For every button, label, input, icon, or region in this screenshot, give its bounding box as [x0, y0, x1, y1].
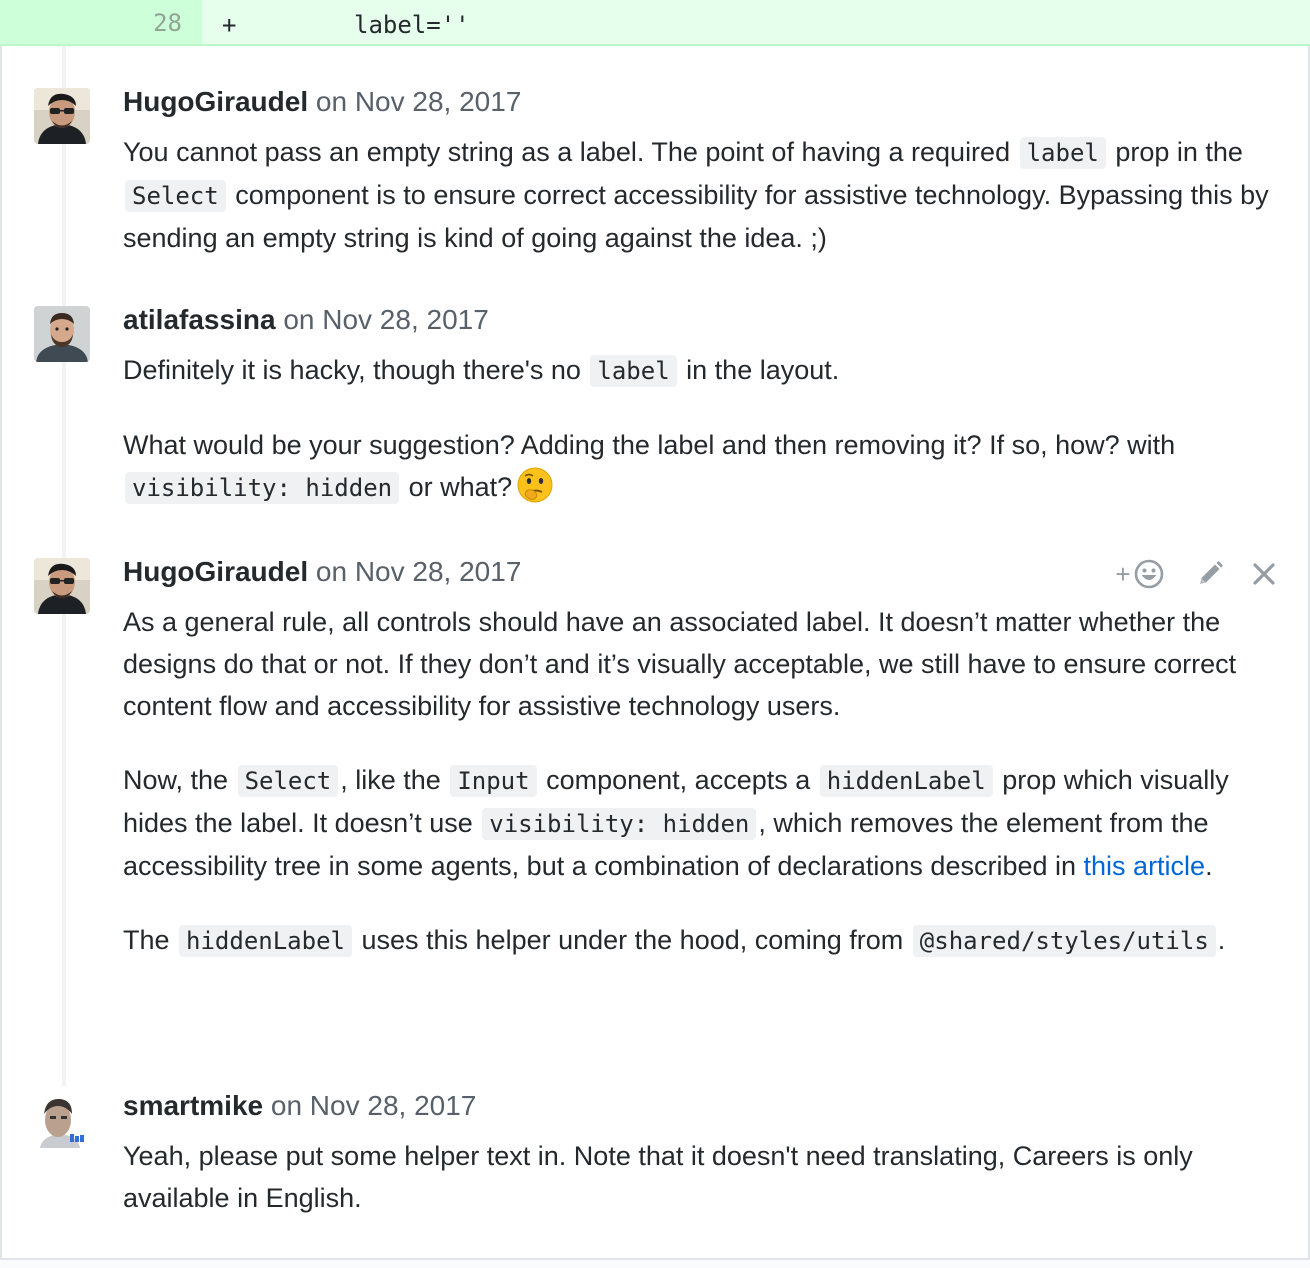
avatar-smartmike[interactable] — [34, 1092, 90, 1148]
comment-text: component is to ensure correct accessibi… — [123, 180, 1269, 253]
comment-paragraph: Now, the Select, like the Input componen… — [123, 759, 1273, 887]
delete-comment-button[interactable] — [1246, 556, 1282, 592]
inline-code: hiddenLabel — [179, 925, 352, 957]
comment-author[interactable]: HugoGiraudel — [123, 86, 308, 117]
inline-code: label — [1019, 137, 1106, 169]
add-reaction-button[interactable]: + — [1110, 556, 1170, 592]
comment-paragraph: Yeah, please put some helper text in. No… — [123, 1135, 1273, 1219]
comment-text: component, accepts a — [538, 765, 818, 795]
smiley-icon — [1134, 559, 1163, 589]
pencil-icon — [1200, 561, 1223, 584]
inline-code: @shared/styles/utils — [912, 925, 1216, 957]
comment-paragraph: Definitely it is hacky, though there's n… — [123, 349, 1273, 392]
comment-author[interactable]: atilafassina — [123, 304, 276, 335]
comment-author[interactable]: HugoGiraudel — [123, 556, 308, 587]
comment-text: Now, the — [123, 765, 236, 795]
add-reaction-plus: + — [1115, 558, 1131, 589]
comment-author[interactable]: smartmike — [123, 1090, 263, 1121]
edit-comment-button[interactable] — [1190, 556, 1230, 592]
comment-text: Definitely it is hacky, though there's n… — [123, 355, 589, 385]
inline-code: hiddenLabel — [819, 765, 993, 797]
comment-text: or what? — [401, 472, 513, 502]
comment-paragraph: As a general rule, all controls should h… — [123, 601, 1273, 727]
article-link[interactable]: this article — [1084, 851, 1206, 881]
diff-added-marker: + — [222, 11, 237, 39]
comment-text: The — [123, 925, 178, 955]
thinking-face-emoji — [516, 466, 554, 504]
inline-code: visibility: hidden — [482, 808, 757, 840]
comment-body: Yeah, please put some helper text in. No… — [123, 1135, 1273, 1219]
avatar-hugogiraudel[interactable] — [34, 88, 90, 144]
inline-code: Select — [125, 180, 226, 212]
inline-code: label — [590, 355, 677, 387]
diff-added-line: 28 + label='' — [0, 0, 1310, 46]
comment-body: As a general rule, all controls should h… — [123, 601, 1273, 962]
diff-line-number[interactable]: 28 — [0, 0, 202, 44]
comment-header: smartmike on Nov 28, 2017 — [123, 1090, 476, 1122]
comment-header: HugoGiraudel on Nov 28, 2017 — [123, 86, 521, 118]
comment-text: prop in the — [1107, 137, 1243, 167]
avatar-hugogiraudel[interactable] — [34, 558, 90, 614]
inline-code: visibility: hidden — [125, 472, 400, 504]
comment-text: in the layout. — [678, 355, 840, 385]
comment-header: HugoGiraudel on Nov 28, 2017 — [123, 556, 521, 588]
diff-code: label='' — [354, 11, 470, 39]
comment-text: uses this helper under the hood, coming … — [353, 925, 911, 955]
comment-header: atilafassina on Nov 28, 2017 — [123, 304, 489, 336]
close-icon — [1253, 563, 1275, 585]
comment-body: Definitely it is hacky, though there's n… — [123, 349, 1273, 509]
comment-paragraph: What would be your suggestion? Adding th… — [123, 424, 1273, 509]
comment-timestamp[interactable]: on Nov 28, 2017 — [283, 304, 489, 335]
comment-paragraph: The hiddenLabel uses this helper under t… — [123, 919, 1273, 962]
comment-text: What would be your suggestion? Adding th… — [123, 430, 1176, 460]
inline-code: Input — [450, 765, 537, 797]
comment-timestamp[interactable]: on Nov 28, 2017 — [316, 556, 522, 587]
comment-paragraph: You cannot pass an empty string as a lab… — [123, 131, 1273, 259]
comment-timestamp[interactable]: on Nov 28, 2017 — [271, 1090, 477, 1121]
thread-bottom-border — [0, 1258, 1310, 1268]
comment-text: , like the — [340, 765, 449, 795]
comment-body: You cannot pass an empty string as a lab… — [123, 131, 1273, 259]
comment-text: Yeah, please put some helper text in. No… — [123, 1141, 1193, 1213]
comment-text: As a general rule, all controls should h… — [123, 607, 1237, 721]
avatar-atilafassina[interactable] — [34, 306, 90, 362]
comment-text: You cannot pass an empty string as a lab… — [123, 137, 1018, 167]
comment-text: . — [1205, 851, 1213, 881]
comment-text: . — [1217, 925, 1226, 955]
comment-timestamp[interactable]: on Nov 28, 2017 — [316, 86, 522, 117]
inline-code: Select — [237, 765, 339, 797]
